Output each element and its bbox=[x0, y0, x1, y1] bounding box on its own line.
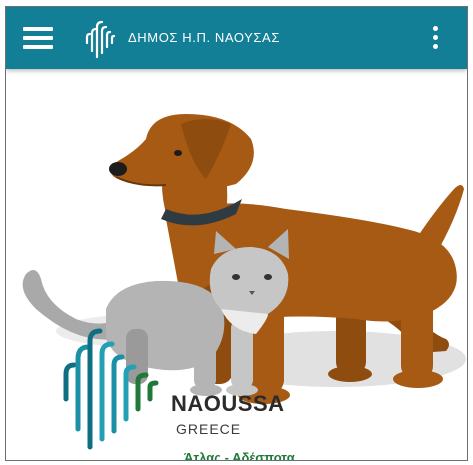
hamburger-menu-icon-line bbox=[23, 27, 53, 31]
more-options-button[interactable] bbox=[428, 24, 444, 54]
cat-illustration bbox=[22, 229, 289, 396]
app-subtitle: Άτλας - Αδέσποτα bbox=[184, 450, 295, 460]
kebab-menu-icon-dot bbox=[433, 26, 438, 31]
app-bar: ΔΗΜΟΣ Η.Π. ΝΑΟΥΣΑΣ bbox=[6, 7, 467, 69]
brand-name: NAOUSSA bbox=[171, 391, 285, 416]
hamburger-menu-icon-line bbox=[23, 36, 53, 40]
kebab-menu-icon-dot bbox=[433, 44, 438, 49]
app-window: ΔΗΜΟΣ Η.Π. ΝΑΟΥΣΑΣ NAOUSSA GREECE Άτλας … bbox=[5, 6, 468, 461]
splash-content: NAOUSSA GREECE Άτλας - Αδέσποτα bbox=[6, 69, 467, 460]
app-title: ΔΗΜΟΣ Η.Π. ΝΑΟΥΣΑΣ bbox=[128, 30, 280, 45]
menu-button[interactable] bbox=[23, 23, 57, 53]
naoussa-logo-icon bbox=[85, 20, 116, 59]
brand-country: GREECE bbox=[176, 421, 242, 437]
kebab-menu-icon-dot bbox=[433, 35, 438, 40]
hamburger-menu-icon-line bbox=[23, 45, 53, 49]
